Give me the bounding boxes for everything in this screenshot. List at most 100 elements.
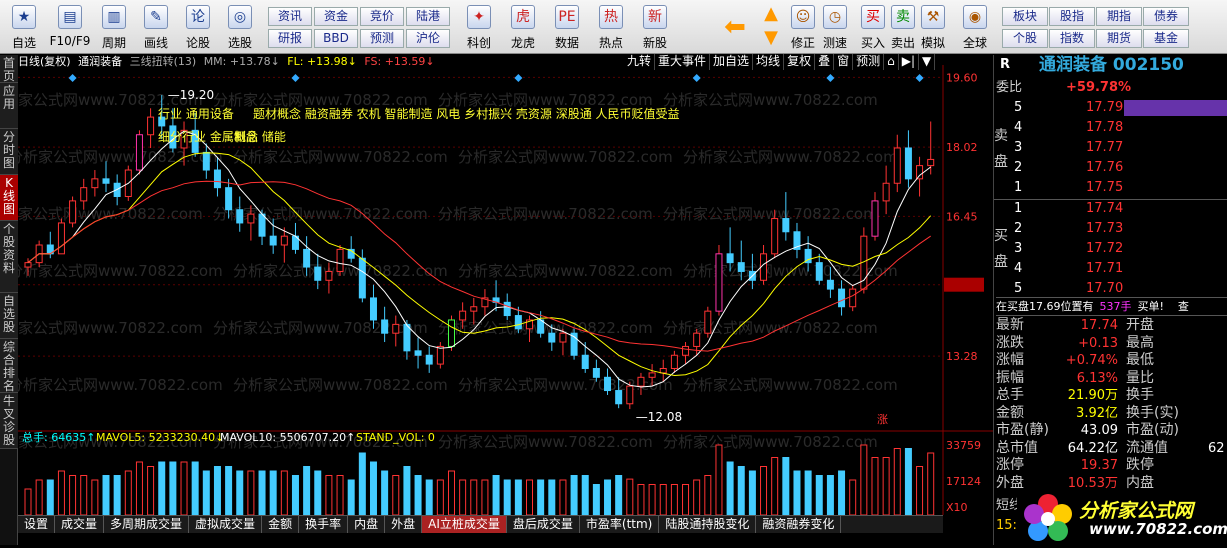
toolbar-button2-2[interactable]: PE 数据 xyxy=(546,3,588,51)
kline-tool-0[interactable]: 九转 xyxy=(624,54,656,70)
sell-price-5[interactable]: 17.79 xyxy=(1086,99,1123,116)
toolbar-button-1[interactable]: ▤ F10/F9 xyxy=(48,3,92,51)
back-arrow-icon[interactable]: ⬅ xyxy=(720,12,750,42)
dropdown-arrow-icon[interactable]: ▼ xyxy=(919,54,936,70)
sidebar-tab-1[interactable]: 应用 xyxy=(0,83,18,129)
concept-tag-1[interactable]: 题材概念 融资融券 农机 智能制造 风电 乡村振兴 壳资源 深股通 人民币贬值受… xyxy=(253,106,680,121)
toolbar-small-button-6[interactable]: 预测 xyxy=(360,29,404,48)
sell-price-4[interactable]: 17.78 xyxy=(1086,119,1123,136)
toolbar-market-button-6[interactable]: 期货 xyxy=(1096,29,1142,48)
kline-tool-5[interactable]: 叠 xyxy=(815,54,835,70)
buy-price-3[interactable]: 17.72 xyxy=(1086,240,1123,257)
toolbar-market-button-0[interactable]: 板块 xyxy=(1002,7,1048,26)
toolbar-market-button-5[interactable]: 指数 xyxy=(1049,29,1095,48)
volume-bar xyxy=(526,479,534,515)
toolbar-button3-5[interactable]: ◉ 全球 xyxy=(958,3,992,51)
toolbar-button2-1[interactable]: 虎龙虎 xyxy=(502,3,544,51)
toolbar-button2-0-icon: ✦ xyxy=(467,5,491,29)
toolbar-button3-2[interactable]: 买买入 xyxy=(856,3,890,51)
sidebar-tab-2[interactable]: 分时图 xyxy=(0,129,18,175)
volume-bar xyxy=(135,461,143,515)
toolbar-market-button-7[interactable]: 基金 xyxy=(1143,29,1189,48)
sidebar-tab-4[interactable]: 个股资料 xyxy=(0,221,18,293)
toolbar-small-button-0[interactable]: 资讯 xyxy=(268,7,312,26)
sell-price-1[interactable]: 17.75 xyxy=(1086,179,1123,196)
up-arrow-icon[interactable]: ▲ xyxy=(758,3,784,25)
down-arrow-icon[interactable]: ▼ xyxy=(758,27,784,49)
toolbar-button2-3[interactable]: 热热点 xyxy=(590,3,632,51)
volume-bar xyxy=(537,479,545,515)
kline-period-label[interactable]: 日线(复权) xyxy=(18,55,71,68)
buy-price-5[interactable]: 17.70 xyxy=(1086,280,1123,297)
indicator-tab-10[interactable]: 市盈率(ttm) xyxy=(580,516,660,533)
indicator-tab-11[interactable]: 陆股通持股变化 xyxy=(659,516,757,533)
toolbar-small-button-2[interactable]: 竞价 xyxy=(360,7,404,26)
sell-price-2[interactable]: 17.76 xyxy=(1086,159,1123,176)
concept-tag-0[interactable]: 行业 通用设备 xyxy=(158,107,234,121)
kline-tool-3[interactable]: 均线 xyxy=(753,54,785,70)
toolbar-button-5[interactable]: ◎ 选股 xyxy=(218,3,262,51)
toolbar-small-button-7[interactable]: 沪伦 xyxy=(406,29,450,48)
kline-chart[interactable]: 分析家公式网www.70822.com 分析家公式网www.70822.com 分析… xyxy=(18,55,993,515)
toolbar-market-button-1[interactable]: 股指 xyxy=(1049,7,1095,26)
candle xyxy=(436,345,444,365)
toolbar-small-button-5[interactable]: BBD xyxy=(314,29,358,48)
toolbar-small-button-3[interactable]: 陆港 xyxy=(406,7,450,26)
indicator-tab-6[interactable]: 内盘 xyxy=(348,516,386,533)
indicator-tab-4[interactable]: 金额 xyxy=(262,516,300,533)
sidebar-tab-7[interactable]: 牛叉诊股 xyxy=(0,393,18,449)
sell-level-3: 3 xyxy=(1014,140,1023,155)
buy-price-4[interactable]: 17.71 xyxy=(1086,260,1123,277)
indicator-name[interactable]: 三线扭转(13) xyxy=(130,55,197,68)
toolbar-button2-4[interactable]: 新新股 xyxy=(634,3,676,51)
toolbar-button3-0[interactable]: ☺ 修正 xyxy=(786,3,820,51)
lock-icon[interactable]: ⌂ xyxy=(884,54,899,70)
volume-bar xyxy=(715,444,723,515)
indicator-tab-8[interactable]: AI立桩成交量 xyxy=(422,516,507,533)
volume-bar xyxy=(269,470,277,515)
volume-bar xyxy=(782,457,790,515)
indicator-tab-1[interactable]: 成交量 xyxy=(55,516,105,533)
kline-tool-7[interactable]: 预测 xyxy=(853,54,885,70)
toolbar-market-button-4[interactable]: 个股 xyxy=(1002,29,1048,48)
toolbar-button2-0[interactable]: ✦ 科创 xyxy=(458,3,500,51)
toolbar-button-0[interactable]: ★ 自选 xyxy=(2,3,46,51)
indicator-tab-9[interactable]: 盘后成交量 xyxy=(507,516,580,533)
toolbar-button3-1[interactable]: ◷ 测速 xyxy=(818,3,852,51)
indicator-tab-5[interactable]: 换手率 xyxy=(299,516,349,533)
toolbar-button-label: 热点 xyxy=(598,36,623,50)
toolbar-button-2[interactable]: ▥ 周期 xyxy=(92,3,136,51)
kline-tool-2[interactable]: 加自选 xyxy=(710,54,754,70)
sidebar-tab-3[interactable]: K线图 xyxy=(0,175,18,221)
kline-tool-6[interactable]: 窗 xyxy=(834,54,854,70)
candle xyxy=(459,310,467,321)
volume-stand-label: STAND_VOL: 0 xyxy=(356,431,435,444)
toolbar-button-3[interactable]: ✎ 画线 xyxy=(134,3,178,51)
sell-price-3[interactable]: 17.77 xyxy=(1086,139,1123,156)
volume-bar xyxy=(425,479,433,515)
indicator-tab-2[interactable]: 多周期成交量 xyxy=(104,516,190,533)
toolbar-market-button-2[interactable]: 期指 xyxy=(1096,7,1142,26)
toolbar-button3-3[interactable]: 卖卖出 xyxy=(886,3,920,51)
indicator-tab-3[interactable]: 虚拟成交量 xyxy=(189,516,263,533)
indicator-tab-7[interactable]: 外盘 xyxy=(385,516,423,533)
toolbar-button-4[interactable]: 论论股 xyxy=(176,3,220,51)
concept-tag-3[interactable]: 概念 储能 xyxy=(234,129,286,144)
sidebar-tab-0[interactable]: 首页 xyxy=(0,55,18,83)
candle xyxy=(871,200,879,237)
kline-tool-1[interactable]: 重大事件 xyxy=(655,54,711,70)
candle xyxy=(80,187,88,202)
buy-price-1[interactable]: 17.74 xyxy=(1086,200,1123,217)
sidebar-tab-6[interactable]: 综合排名 xyxy=(0,339,18,393)
indicator-tab-12[interactable]: 融资融券变化 xyxy=(756,516,842,533)
toolbar-button3-4[interactable]: ⚒ 模拟 xyxy=(916,3,950,51)
kline-tool-4[interactable]: 复权 xyxy=(784,54,816,70)
indicator-tab-0[interactable]: 设置 xyxy=(18,516,56,533)
goto-end-icon[interactable]: ▶| xyxy=(899,54,920,70)
buy-price-2[interactable]: 17.73 xyxy=(1086,220,1123,237)
order-notice-query[interactable]: 查 xyxy=(1178,300,1189,313)
toolbar-market-button-3[interactable]: 债券 xyxy=(1143,7,1189,26)
toolbar-small-button-4[interactable]: 研报 xyxy=(268,29,312,48)
sidebar-tab-5[interactable]: 自选股 xyxy=(0,293,18,339)
toolbar-small-button-1[interactable]: 资金 xyxy=(314,7,358,26)
